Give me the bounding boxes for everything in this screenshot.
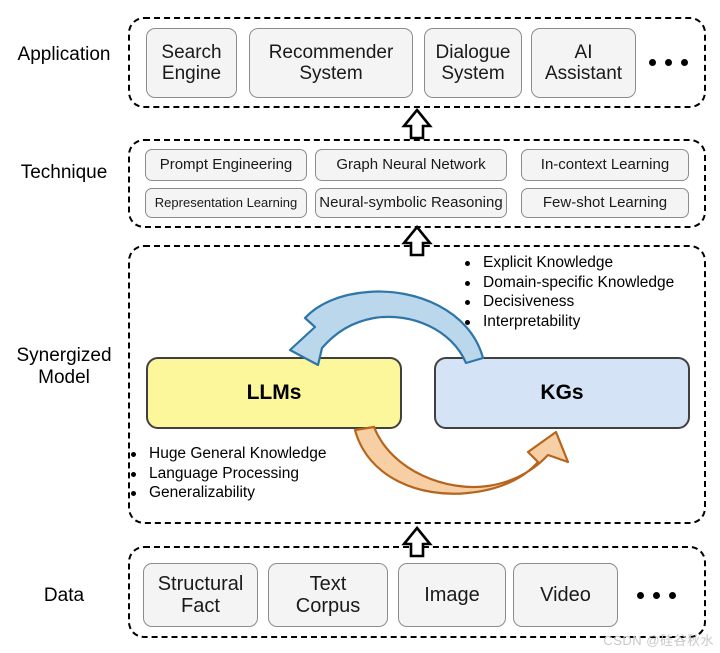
application-ellipsis xyxy=(649,59,688,66)
data-ellipsis xyxy=(637,592,676,599)
layer-label-data: Data xyxy=(43,585,85,606)
kg-strength-item: Explicit Knowledge xyxy=(463,253,674,273)
llm-strength-item: Huge General Knowledge xyxy=(129,444,327,464)
stack-arrow-technique-to-application xyxy=(401,107,433,140)
application-item-search-engine[interactable]: Search Engine xyxy=(146,28,237,98)
core-box-llms[interactable]: LLMs xyxy=(146,357,402,429)
kg-strength-item: Domain-specific Knowledge xyxy=(463,273,674,293)
csdn-watermark: CSDN @硅谷秋水 xyxy=(603,633,714,648)
data-item-image[interactable]: Image xyxy=(398,563,506,627)
technique-item-neural-symbolic-reasoning[interactable]: Neural-symbolic Reasoning xyxy=(315,188,507,218)
llm-strengths-list: Huge General Knowledge Language Processi… xyxy=(129,444,327,503)
application-item-ai-assistant[interactable]: AI Assistant xyxy=(531,28,636,98)
application-item-dialogue-system[interactable]: Dialogue System xyxy=(424,28,522,98)
kg-strength-item: Decisiveness xyxy=(463,292,674,312)
data-item-structural-fact[interactable]: Structural Fact xyxy=(143,563,258,627)
llm-strength-item: Language Processing xyxy=(129,464,327,484)
layer-label-technique: Technique xyxy=(20,162,108,183)
technique-item-prompt-engineering[interactable]: Prompt Engineering xyxy=(145,149,307,181)
data-item-text-corpus[interactable]: Text Corpus xyxy=(268,563,388,627)
layer-label-synergized-model: Synergized Model xyxy=(16,345,112,388)
layer-label-application: Application xyxy=(17,44,111,65)
application-item-recommender-system[interactable]: Recommender System xyxy=(249,28,413,98)
technique-item-graph-neural-network[interactable]: Graph Neural Network xyxy=(315,149,507,181)
llm-strength-item: Generalizability xyxy=(129,483,327,503)
diagram-canvas: Application Search Engine Recommender Sy… xyxy=(0,0,720,653)
technique-item-few-shot-learning[interactable]: Few-shot Learning xyxy=(521,188,689,218)
data-item-video[interactable]: Video xyxy=(513,563,618,627)
core-box-kgs[interactable]: KGs xyxy=(434,357,690,429)
kg-strengths-list: Explicit Knowledge Domain-specific Knowl… xyxy=(463,253,674,331)
kg-strength-item: Interpretability xyxy=(463,312,674,332)
technique-item-in-context-learning[interactable]: In-context Learning xyxy=(521,149,689,181)
technique-item-representation-learning[interactable]: Representation Learning xyxy=(145,188,307,218)
